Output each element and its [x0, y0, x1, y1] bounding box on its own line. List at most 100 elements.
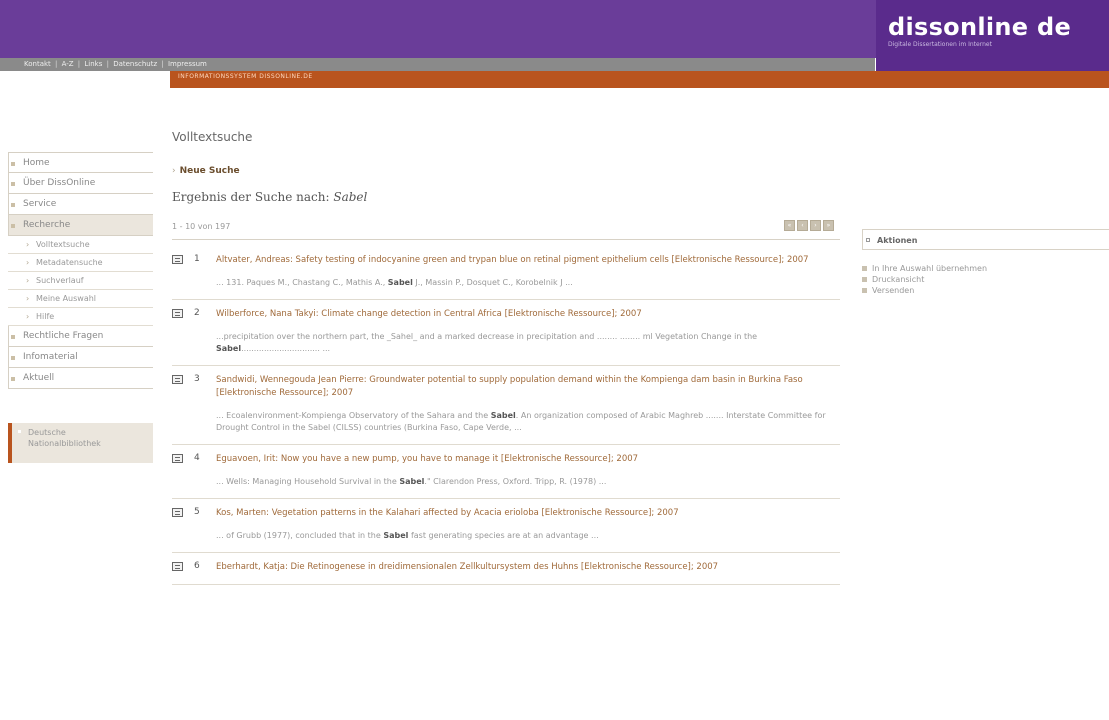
bullet-icon — [11, 377, 15, 381]
bullet-icon — [11, 224, 15, 228]
result-number: 2 — [194, 308, 200, 318]
result-snippet: ... 131. Paques M., Chastang C., Mathis … — [216, 278, 573, 287]
bullet-icon — [11, 335, 15, 339]
sidebar-subitem-volltextsuche[interactable]: › Volltextsuche — [8, 236, 153, 254]
sidebar-item-aktuell[interactable]: Aktuell — [8, 368, 153, 389]
result-title-link[interactable]: Sandwidi, Wennegouda Jean Pierre: Ground… — [216, 374, 840, 400]
topnav-link-impressum[interactable]: Impressum — [168, 60, 207, 68]
result-title-link[interactable]: Altvater, Andreas: Safety testing of ind… — [216, 254, 840, 267]
sidebar-subitem-label: Meine Auswahl — [36, 294, 97, 303]
sidebar-item-recherche[interactable]: Recherche — [8, 215, 153, 236]
sidebar-item-label: Über DissOnline — [23, 178, 96, 188]
sidebar-item-label: Aktuell — [23, 373, 55, 383]
next-page-button[interactable]: › — [810, 220, 821, 231]
logo[interactable]: dissonline de Digitale Dissertationen im… — [876, 0, 1109, 71]
result-count-row: 1 - 10 von 197 « ‹ › » — [172, 220, 840, 240]
result-count: 1 - 10 von 197 — [172, 222, 231, 231]
result-item: 2 Wilberforce, Nana Takyi: Climate chang… — [172, 300, 840, 366]
bullet-icon — [11, 162, 15, 166]
divider — [172, 239, 840, 240]
arrow-right-icon: › — [26, 312, 30, 321]
result-snippet: ... Ecoalenvironment-Kompienga Observato… — [216, 411, 826, 432]
breadcrumb-text: INFORMATIONSSYSTEM DISSONLINE.DE — [178, 73, 313, 80]
square-bullet-icon — [862, 277, 867, 282]
result-title-link[interactable]: Eguavoen, Irit: Now you have a new pump,… — [216, 453, 840, 466]
result-title-link[interactable]: Wilberforce, Nana Takyi: Climate change … — [216, 308, 840, 321]
dnb-label-line2: Nationalbibliothek — [28, 439, 101, 448]
sidebar-subitem-suchverlauf[interactable]: › Suchverlauf — [8, 272, 153, 290]
result-item: 6 Eberhardt, Katja: Die Retinogenese in … — [172, 553, 840, 585]
sidebar-item-label: Recherche — [23, 220, 71, 230]
logo-subtitle: Digitale Dissertationen im Internet — [888, 41, 992, 48]
topnav-link-links[interactable]: Links — [84, 60, 102, 68]
new-search-link[interactable]: › Neue Suche — [172, 166, 840, 176]
action-label: Druckansicht — [872, 275, 925, 284]
sidebar-item-ueber-dissonline[interactable]: Über DissOnline — [8, 173, 153, 194]
sidebar-subitem-label: Suchverlauf — [36, 276, 84, 285]
action-label: Versenden — [872, 286, 915, 295]
sidebar-subitem-metadatensuche[interactable]: › Metadatensuche — [8, 254, 153, 272]
result-item: 5 Kos, Marten: Vegetation patterns in th… — [172, 499, 840, 553]
arrow-right-icon: › — [26, 294, 30, 303]
actions-panel: Aktionen In Ihre Auswahl übernehmen Druc… — [862, 229, 1109, 296]
bullet-icon — [866, 238, 870, 242]
document-icon[interactable] — [172, 454, 183, 463]
results-heading-prefix: Ergebnis der Suche nach: — [172, 190, 330, 204]
sidebar-item-service[interactable]: Service — [8, 194, 153, 215]
result-number: 1 — [194, 254, 200, 264]
result-snippet: ... Wells: Managing Household Survival i… — [216, 477, 607, 486]
sidebar-subitem-meine-auswahl[interactable]: › Meine Auswahl — [8, 290, 153, 308]
bullet-icon — [11, 182, 15, 186]
breadcrumb-band: INFORMATIONSSYSTEM DISSONLINE.DE — [170, 71, 1109, 88]
topnav-link-datenschutz[interactable]: Datenschutz — [113, 60, 157, 68]
action-label: In Ihre Auswahl übernehmen — [872, 264, 988, 273]
dnb-link[interactable]: Deutsche Nationalbibliothek — [8, 423, 153, 463]
document-icon[interactable] — [172, 375, 183, 384]
sidebar-subitem-label: Metadatensuche — [36, 258, 103, 267]
sidebar-subitem-hilfe[interactable]: › Hilfe — [8, 308, 153, 326]
pagination: « ‹ › » — [784, 220, 834, 231]
actions-title: Aktionen — [877, 236, 918, 245]
main-content: Volltextsuche › Neue Suche Ergebnis der S… — [172, 130, 840, 585]
result-item: 1 Altvater, Andreas: Safety testing of i… — [172, 246, 840, 300]
sidebar-item-rechtliche-fragen[interactable]: Rechtliche Fragen — [8, 326, 153, 347]
sidebar-item-label: Infomaterial — [23, 352, 78, 362]
sidebar-item-infomaterial[interactable]: Infomaterial — [8, 347, 153, 368]
sidebar-item-home[interactable]: Home — [8, 152, 153, 173]
chevron-right-icon: › — [172, 166, 176, 176]
sidebar-subitem-label: Volltextsuche — [36, 240, 90, 249]
page-title: Volltextsuche — [172, 130, 253, 144]
search-term: Sabel — [333, 190, 368, 204]
sidebar-subitem-label: Hilfe — [36, 312, 55, 321]
result-number: 4 — [194, 453, 200, 463]
action-add-to-selection[interactable]: In Ihre Auswahl übernehmen — [862, 263, 1109, 274]
sidebar-item-label: Service — [23, 199, 57, 209]
result-snippet: ...precipitation over the northern part,… — [216, 332, 758, 353]
action-send[interactable]: Versenden — [862, 285, 1109, 296]
bullet-icon — [18, 430, 21, 433]
square-bullet-icon — [862, 266, 867, 271]
actions-heading: Aktionen — [862, 229, 1109, 250]
bullet-icon — [11, 203, 15, 207]
document-icon[interactable] — [172, 255, 183, 264]
arrow-right-icon: › — [26, 258, 30, 267]
document-icon[interactable] — [172, 309, 183, 318]
arrow-right-icon: › — [26, 276, 30, 285]
document-icon[interactable] — [172, 508, 183, 517]
results-heading: Ergebnis der Suche nach: Sabel — [172, 190, 840, 204]
first-page-button[interactable]: « — [784, 220, 795, 231]
action-print-view[interactable]: Druckansicht — [862, 274, 1109, 285]
bullet-icon — [11, 356, 15, 360]
result-number: 5 — [194, 507, 200, 517]
last-page-button[interactable]: » — [823, 220, 834, 231]
result-title-link[interactable]: Kos, Marten: Vegetation patterns in the … — [216, 507, 840, 520]
document-icon[interactable] — [172, 562, 183, 571]
sidebar-item-label: Home — [23, 158, 50, 168]
result-title-link[interactable]: Eberhardt, Katja: Die Retinogenese in dr… — [216, 561, 840, 574]
square-bullet-icon — [862, 288, 867, 293]
topnav-link-a-z[interactable]: A-Z — [62, 60, 74, 68]
previous-page-button[interactable]: ‹ — [797, 220, 808, 231]
result-item: 3 Sandwidi, Wennegouda Jean Pierre: Grou… — [172, 366, 840, 445]
topnav-link-kontakt[interactable]: Kontakt — [24, 60, 51, 68]
result-number: 3 — [194, 374, 200, 384]
